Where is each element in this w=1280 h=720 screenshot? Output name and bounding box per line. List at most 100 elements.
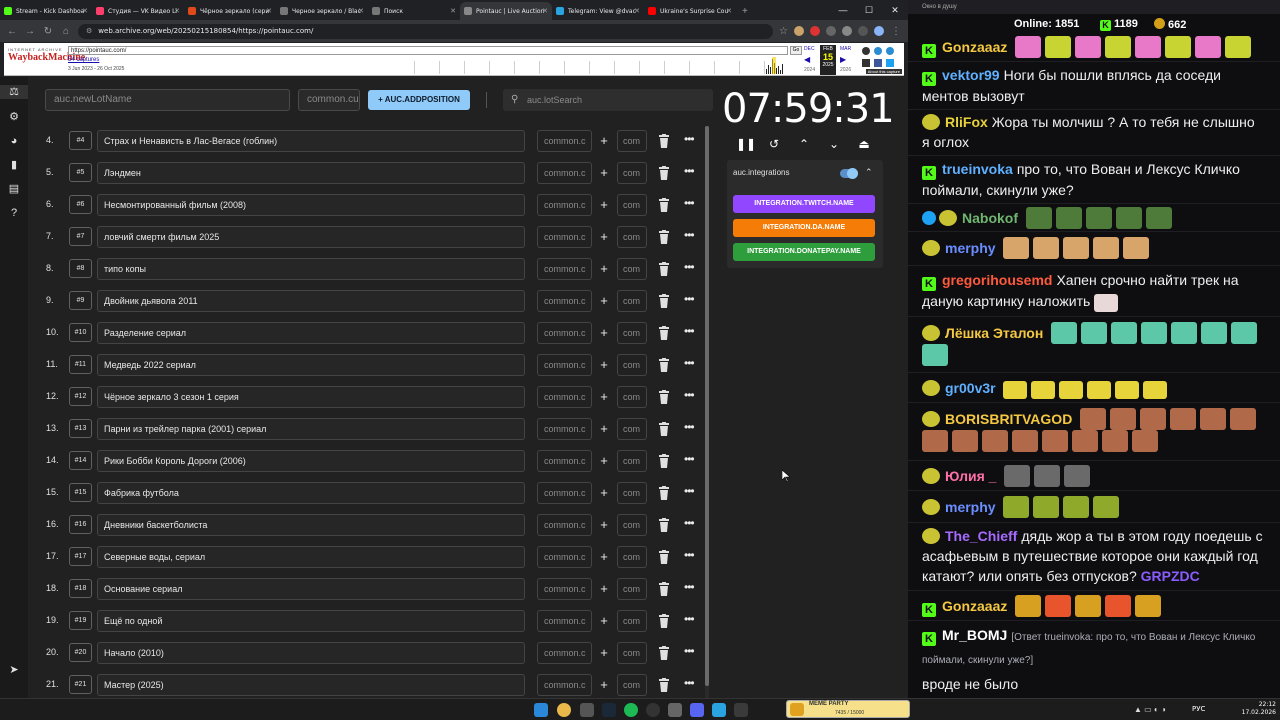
lot-amount-input[interactable]: common.c — [537, 322, 592, 344]
new-lot-amount-input[interactable]: common.cur — [298, 89, 360, 111]
add-amount-plus-icon[interactable]: + — [598, 292, 610, 310]
add-amount-plus-icon[interactable]: + — [598, 420, 610, 438]
delete-trash-icon[interactable] — [658, 262, 670, 276]
lot-amount-input[interactable]: common.c — [537, 514, 592, 536]
lot-name-input[interactable]: Медведь 2022 сериал — [97, 354, 525, 376]
tab-close-icon[interactable]: ✕ — [634, 7, 640, 15]
integrations-toggle[interactable] — [840, 168, 858, 179]
more-options-icon[interactable]: ••• — [684, 612, 695, 626]
add-amount-plus-icon[interactable]: + — [598, 356, 610, 374]
add-position-button[interactable]: + AUC.ADDPOSITION — [368, 90, 470, 110]
lot-amount-input[interactable]: common.c — [537, 162, 592, 184]
delete-trash-icon[interactable] — [658, 326, 670, 340]
profile-avatar-icon[interactable] — [874, 26, 884, 36]
lot-id-badge[interactable]: #6 — [69, 195, 92, 214]
lot-list-scrollbar[interactable] — [705, 126, 709, 698]
lot-id-badge[interactable]: #17 — [69, 547, 92, 566]
lot-amount-input[interactable]: common.c — [537, 226, 592, 248]
lot-name-input[interactable]: Ещё по одной — [97, 610, 525, 632]
app-taskbar-icon[interactable] — [668, 703, 682, 717]
forward-arrow-icon[interactable]: → — [24, 26, 36, 37]
lot-extra-amount-input[interactable]: com — [617, 514, 647, 536]
facebook-icon[interactable] — [874, 59, 882, 67]
lot-amount-input[interactable]: common.c — [537, 194, 592, 216]
lot-name-input[interactable]: Северные воды, сериал — [97, 546, 525, 568]
lot-extra-amount-input[interactable]: com — [617, 610, 647, 632]
lot-name-input[interactable]: Страх и Ненависть в Лас-Вегасе (гоблин) — [97, 130, 525, 152]
wayback-go-button[interactable]: Go — [790, 46, 802, 55]
bookmark-star-icon[interactable]: ☆ — [779, 26, 788, 37]
lot-extra-amount-input[interactable]: com — [617, 674, 647, 696]
new-tab-button[interactable]: + — [736, 6, 754, 20]
lot-extra-amount-input[interactable]: com — [617, 258, 647, 280]
wayback-captures-link[interactable]: 54 captures — [68, 57, 99, 63]
chrome-taskbar-icon[interactable] — [557, 703, 571, 717]
lot-name-input[interactable]: Разделение сериал — [97, 322, 525, 344]
lot-extra-amount-input[interactable]: com — [617, 130, 647, 152]
more-options-icon[interactable]: ••• — [684, 452, 695, 466]
tab-youtube[interactable]: Ukraine's Surprise Cou ✕ — [644, 2, 736, 20]
telegram-icon[interactable]: ➤ — [7, 663, 21, 677]
wayback-next-month[interactable]: MAR — [840, 46, 851, 52]
donationalerts-integration-button[interactable]: INTEGRATION.DA.NAME — [733, 219, 875, 237]
lot-amount-input[interactable]: common.c — [537, 258, 592, 280]
maximize-icon[interactable]: ☐ — [856, 5, 882, 16]
delete-trash-icon[interactable] — [658, 518, 670, 532]
wayback-capture-sparkline[interactable] — [414, 57, 788, 74]
reload-icon[interactable]: ↻ — [42, 26, 54, 37]
about-capture-link[interactable]: About this capture — [865, 69, 902, 74]
delete-trash-icon[interactable] — [658, 550, 670, 564]
add-amount-plus-icon[interactable]: + — [598, 228, 610, 246]
add-amount-plus-icon[interactable]: + — [598, 196, 610, 214]
meme-party-widget[interactable]: MEME PARTY 7435 / 15000 — [786, 700, 910, 718]
windows-start-icon[interactable] — [534, 703, 548, 717]
lot-amount-input[interactable]: common.c — [537, 546, 592, 568]
lot-name-input[interactable]: Фабрика футбола — [97, 482, 525, 504]
lot-id-badge[interactable]: #10 — [69, 323, 92, 342]
auction-gavel-icon[interactable]: ⚖ — [0, 85, 28, 99]
delete-trash-icon[interactable] — [658, 486, 670, 500]
add-amount-plus-icon[interactable]: + — [598, 612, 610, 630]
system-tray[interactable]: ▲ ▭ ◐ ◑ — [1134, 705, 1166, 714]
more-options-icon[interactable]: ••• — [684, 580, 695, 594]
lot-extra-amount-input[interactable]: com — [617, 354, 647, 376]
delete-trash-icon[interactable] — [658, 166, 670, 180]
more-options-icon[interactable]: ••• — [684, 516, 695, 530]
tab-close-icon[interactable]: ✕ — [82, 7, 88, 15]
lot-amount-input[interactable]: common.c — [537, 418, 592, 440]
lot-name-input[interactable]: Начало (2010) — [97, 642, 525, 664]
close-wayback-icon[interactable] — [886, 47, 894, 55]
tab-close-icon[interactable]: ✕ — [266, 7, 272, 15]
collapse-chevron-icon[interactable]: ⌃ — [865, 167, 873, 178]
delete-trash-icon[interactable] — [658, 230, 670, 244]
more-options-icon[interactable]: ••• — [684, 164, 695, 178]
obs-taskbar-icon[interactable] — [646, 703, 660, 717]
lot-id-badge[interactable]: #21 — [69, 675, 92, 694]
delete-trash-icon[interactable] — [658, 358, 670, 372]
kebab-menu-icon[interactable]: ⋮ — [890, 26, 902, 37]
lot-id-badge[interactable]: #13 — [69, 419, 92, 438]
lot-name-input[interactable]: Чёрное зеркало 3 сезон 1 серия — [97, 386, 525, 408]
extension-icon[interactable] — [826, 26, 836, 36]
tab-close-icon[interactable]: ✕ — [358, 7, 364, 15]
lot-amount-input[interactable]: common.c — [537, 578, 592, 600]
add-amount-plus-icon[interactable]: + — [598, 324, 610, 342]
lot-name-input[interactable]: типо копы — [97, 258, 525, 280]
lot-amount-input[interactable]: common.c — [537, 610, 592, 632]
tab-kick-dashboard[interactable]: Stream - Kick Dashboa ✕ — [0, 2, 92, 20]
lot-id-badge[interactable]: #16 — [69, 515, 92, 534]
lot-name-input[interactable]: Лэндмен — [97, 162, 525, 184]
statistics-icon[interactable]: ▮ — [7, 158, 21, 172]
lot-amount-input[interactable]: common.c — [537, 386, 592, 408]
lot-extra-amount-input[interactable]: com — [617, 578, 647, 600]
lot-extra-amount-input[interactable]: com — [617, 482, 647, 504]
lot-id-badge[interactable]: #4 — [69, 131, 92, 150]
lot-extra-amount-input[interactable]: com — [617, 386, 647, 408]
steam-taskbar-icon[interactable] — [602, 703, 616, 717]
delete-trash-icon[interactable] — [658, 582, 670, 596]
minimize-icon[interactable]: — — [830, 5, 856, 15]
spotify-taskbar-icon[interactable] — [624, 703, 638, 717]
lot-extra-amount-input[interactable]: com — [617, 194, 647, 216]
twitter-icon[interactable] — [886, 59, 894, 67]
lot-name-input[interactable]: ловчий смерти фильм 2025 — [97, 226, 525, 248]
